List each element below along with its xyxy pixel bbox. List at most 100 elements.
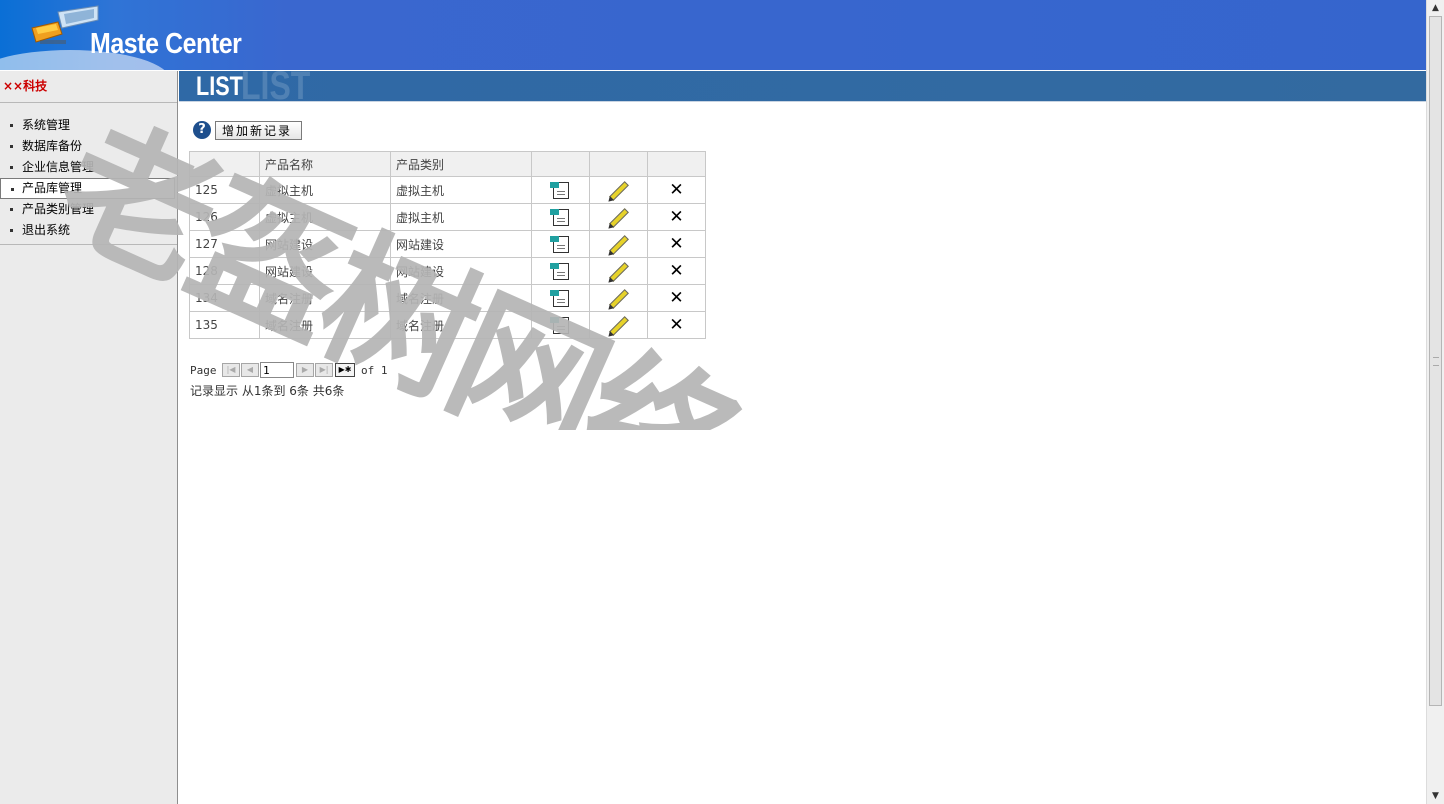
sidebar-item-label: 退出系统 bbox=[22, 223, 71, 237]
cell-category: 虚拟主机 bbox=[390, 203, 532, 231]
delete-icon[interactable]: ✕ bbox=[669, 180, 683, 200]
scroll-thumb[interactable] bbox=[1429, 16, 1442, 706]
sidebar-item-logout[interactable]: 退出系统 bbox=[0, 220, 177, 241]
sidebar-divider bbox=[0, 102, 177, 103]
add-record-button[interactable]: 增加新记录 bbox=[215, 121, 303, 140]
cell-category: 网站建设 bbox=[390, 230, 532, 258]
new-record-button[interactable]: ▶✱ bbox=[335, 363, 355, 377]
scroll-up-icon[interactable]: ▲ bbox=[1428, 0, 1443, 16]
bullet-icon bbox=[10, 208, 13, 211]
sidebar-item-label: 数据库备份 bbox=[22, 139, 83, 153]
page-label: Page bbox=[190, 364, 217, 377]
sidebar-divider bbox=[0, 244, 177, 245]
app-header: Maste Center bbox=[0, 0, 1426, 70]
help-icon: ? bbox=[193, 121, 211, 139]
delete-icon[interactable]: ✕ bbox=[669, 207, 683, 227]
page-count-label: of 1 bbox=[361, 364, 388, 377]
view-cell bbox=[531, 203, 590, 231]
sidebar-item-system-management[interactable]: 系统管理 bbox=[0, 115, 177, 136]
sidebar-item-company-info[interactable]: 企业信息管理 bbox=[0, 157, 177, 178]
cell-name: 域名注册 bbox=[259, 311, 391, 339]
cell-id: 128 bbox=[189, 257, 260, 285]
table-row: 128 网站建设 网站建设 ✕ bbox=[189, 257, 706, 285]
cell-id: 126 bbox=[189, 203, 260, 231]
column-header-name[interactable]: 产品名称 bbox=[259, 151, 391, 177]
cell-name: 网站建设 bbox=[259, 257, 391, 285]
column-header-view bbox=[531, 151, 590, 177]
sidebar-item-label: 系统管理 bbox=[22, 118, 71, 132]
view-cell bbox=[531, 176, 590, 204]
bullet-icon bbox=[11, 188, 14, 191]
delete-cell: ✕ bbox=[647, 257, 706, 285]
brand-name: ××科技 bbox=[3, 79, 48, 93]
edit-cell bbox=[589, 203, 648, 231]
table-row: 125 虚拟主机 虚拟主机 ✕ bbox=[189, 176, 706, 204]
table-row: 126 虚拟主机 虚拟主机 ✕ bbox=[189, 203, 706, 231]
cell-id: 127 bbox=[189, 230, 260, 258]
edit-icon[interactable] bbox=[608, 180, 629, 201]
cell-name: 网站建设 bbox=[259, 230, 391, 258]
view-cell bbox=[531, 284, 590, 312]
delete-icon[interactable]: ✕ bbox=[669, 315, 683, 335]
table-row: 127 网站建设 网站建设 ✕ bbox=[189, 230, 706, 258]
app-title: Maste Center bbox=[90, 28, 242, 60]
cell-id: 134 bbox=[189, 284, 260, 312]
delete-cell: ✕ bbox=[647, 284, 706, 312]
banner-divider bbox=[179, 101, 1426, 102]
grip-icon bbox=[1433, 357, 1439, 366]
sidebar: ××科技 系统管理 数据库备份 企业信息管理 产品库管理 产品类别管理 退出系统 bbox=[0, 71, 178, 804]
edit-icon[interactable] bbox=[608, 207, 629, 228]
sidebar-item-product-category[interactable]: 产品类别管理 bbox=[0, 199, 177, 220]
edit-icon[interactable] bbox=[608, 261, 629, 282]
view-icon[interactable] bbox=[549, 262, 569, 280]
view-icon[interactable] bbox=[549, 181, 569, 199]
next-page-button[interactable]: ▶ bbox=[296, 363, 314, 377]
edit-cell bbox=[589, 176, 648, 204]
sidebar-item-database-backup[interactable]: 数据库备份 bbox=[0, 136, 177, 157]
cell-name: 虚拟主机 bbox=[259, 176, 391, 204]
cell-category: 域名注册 bbox=[390, 311, 532, 339]
delete-icon[interactable]: ✕ bbox=[669, 288, 683, 308]
product-table: 产品名称 产品类别 125 虚拟主机 虚拟主机 ✕ 126 虚拟主机 虚拟主机 … bbox=[189, 151, 706, 339]
sidebar-item-label: 产品库管理 bbox=[22, 181, 83, 195]
edit-icon[interactable] bbox=[608, 315, 629, 336]
scroll-down-icon[interactable]: ▼ bbox=[1428, 788, 1443, 804]
sidebar-item-product-library[interactable]: 产品库管理 bbox=[0, 178, 175, 199]
banner-ghost-text: LIST bbox=[241, 71, 311, 101]
cell-category: 网站建设 bbox=[390, 257, 532, 285]
column-header-id[interactable] bbox=[189, 151, 260, 177]
sidebar-item-label: 产品类别管理 bbox=[22, 202, 95, 216]
cell-id: 135 bbox=[189, 311, 260, 339]
view-icon[interactable] bbox=[549, 208, 569, 226]
sidebar-nav: 系统管理 数据库备份 企业信息管理 产品库管理 产品类别管理 退出系统 bbox=[0, 115, 177, 241]
delete-cell: ✕ bbox=[647, 176, 706, 204]
view-cell bbox=[531, 311, 590, 339]
cell-category: 虚拟主机 bbox=[390, 176, 532, 204]
edit-cell bbox=[589, 311, 648, 339]
bullet-icon bbox=[10, 166, 13, 169]
edit-icon[interactable] bbox=[608, 288, 629, 309]
first-page-button[interactable]: |◀ bbox=[222, 363, 240, 377]
last-page-button[interactable]: ▶| bbox=[315, 363, 333, 377]
column-header-edit bbox=[589, 151, 648, 177]
view-cell bbox=[531, 257, 590, 285]
page-number-input[interactable] bbox=[260, 362, 294, 378]
edit-cell bbox=[589, 230, 648, 258]
edit-cell bbox=[589, 257, 648, 285]
edit-icon[interactable] bbox=[608, 234, 629, 255]
view-cell bbox=[531, 230, 590, 258]
delete-icon[interactable]: ✕ bbox=[669, 261, 683, 281]
section-banner: LIST LIST bbox=[179, 71, 1426, 101]
column-header-delete bbox=[647, 151, 706, 177]
view-icon[interactable] bbox=[549, 289, 569, 307]
prev-page-button[interactable]: ◀ bbox=[241, 363, 259, 377]
view-icon[interactable] bbox=[549, 316, 569, 334]
delete-cell: ✕ bbox=[647, 203, 706, 231]
vertical-scrollbar[interactable]: ▲ ▼ bbox=[1426, 0, 1444, 804]
cell-name: 虚拟主机 bbox=[259, 203, 391, 231]
edit-cell bbox=[589, 284, 648, 312]
view-icon[interactable] bbox=[549, 235, 569, 253]
column-header-category[interactable]: 产品类别 bbox=[390, 151, 532, 177]
delete-icon[interactable]: ✕ bbox=[669, 234, 683, 254]
bullet-icon bbox=[10, 145, 13, 148]
